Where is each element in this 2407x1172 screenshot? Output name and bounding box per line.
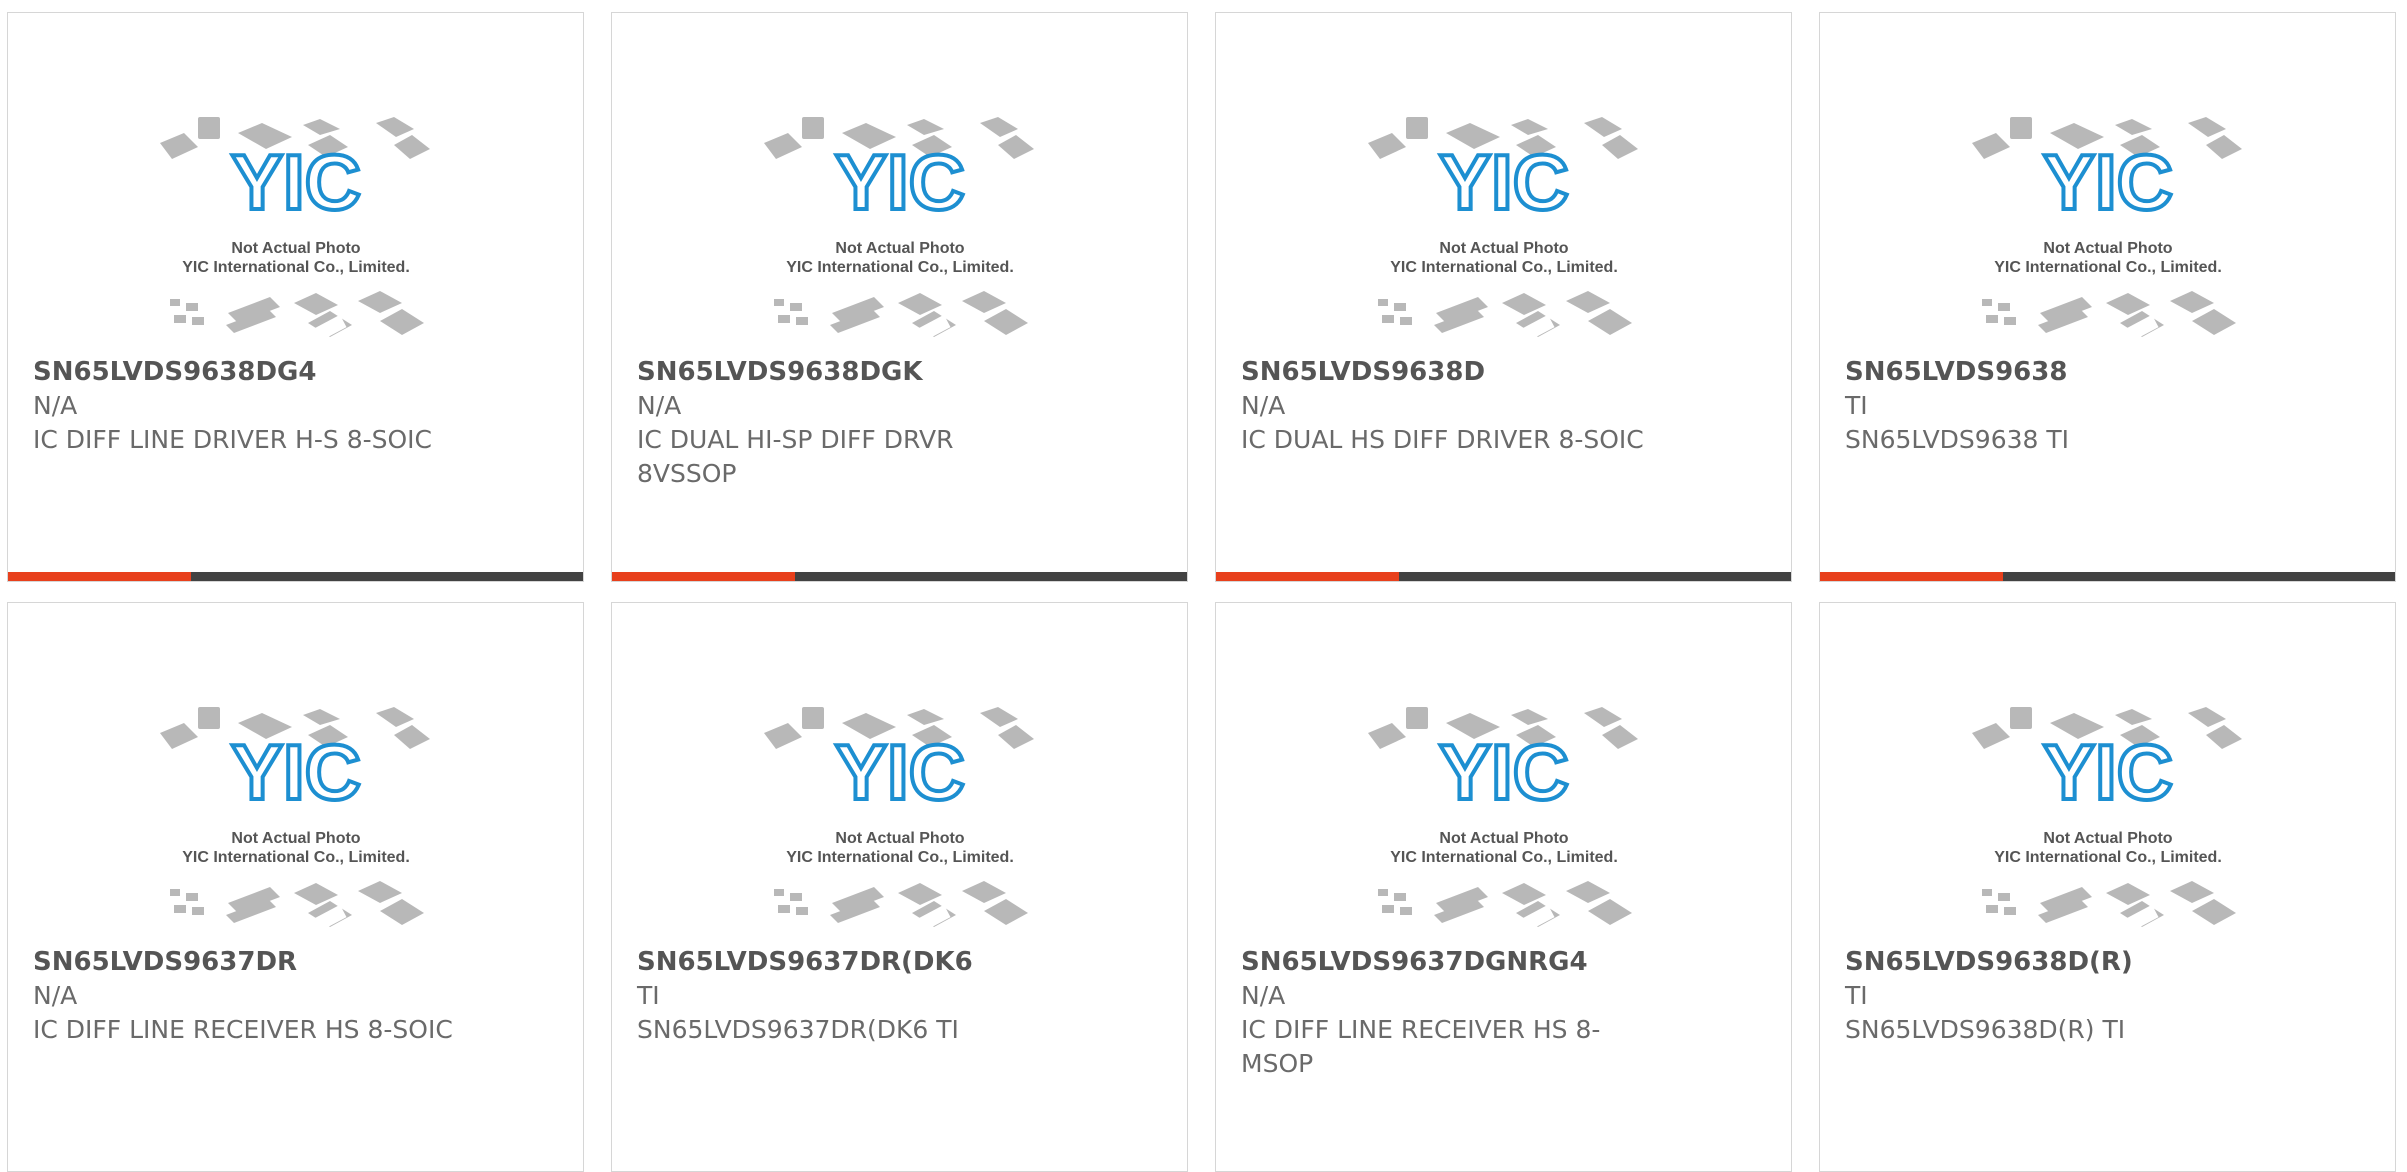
product-part-number[interactable]: SN65LVDS9638 [1845, 355, 2265, 389]
product-manufacturer: TI [1845, 391, 1868, 420]
product-manufacturer: N/A [1241, 391, 1286, 420]
product-description: SN65LVDS9638 TI [1845, 425, 2069, 454]
product-card[interactable]: YIC Not Actual Photo YIC International C… [1215, 12, 1792, 582]
placeholder-line2: YIC International Co., Limited. [786, 259, 1014, 276]
product-card[interactable]: YIC Not Actual Photo YIC International C… [611, 12, 1188, 582]
product-description: IC DUAL HS DIFF DRIVER 8-SOIC [1241, 425, 1644, 454]
product-grid: YIC Not Actual Photo YIC International C… [0, 0, 2407, 1172]
placeholder-line1: Not Actual Photo [835, 830, 964, 847]
product-description: IC DIFF LINE RECEIVER HS 8-SOIC [33, 1015, 453, 1044]
product-card[interactable]: YIC Not Actual Photo YIC International C… [1819, 602, 2396, 1172]
product-photo-placeholder: YIC Not Actual Photo YIC International C… [1970, 693, 2247, 943]
placeholder-line2: YIC International Co., Limited. [1390, 849, 1618, 866]
placeholder-line2: YIC International Co., Limited. [182, 849, 410, 866]
product-manufacturer: N/A [33, 391, 78, 420]
product-card[interactable]: YIC Not Actual Photo YIC International C… [7, 12, 584, 582]
placeholder-line2: YIC International Co., Limited. [1390, 259, 1618, 276]
placeholder-line1: Not Actual Photo [1439, 830, 1568, 847]
placeholder-line2: YIC International Co., Limited. [786, 849, 1014, 866]
product-photo-placeholder: YIC Not Actual Photo YIC International C… [1366, 693, 1643, 943]
placeholder-line1: Not Actual Photo [2043, 830, 2172, 847]
yic-logo: YIC [2043, 728, 2173, 816]
product-part-number[interactable]: SN65LVDS9637DR [33, 945, 453, 979]
product-description: IC DIFF LINE DRIVER H-S 8-SOIC [33, 425, 432, 454]
yic-logo: YIC [1439, 728, 1569, 816]
product-part-number[interactable]: SN65LVDS9638DG4 [33, 355, 453, 389]
product-manufacturer: N/A [1241, 981, 1286, 1010]
placeholder-line1: Not Actual Photo [1439, 240, 1568, 257]
product-card[interactable]: YIC Not Actual Photo YIC International C… [7, 602, 584, 1172]
card-accent-bar [1216, 572, 1791, 581]
card-accent-bar [612, 572, 1187, 581]
product-photo-placeholder: YIC Not Actual Photo YIC International C… [158, 103, 435, 353]
product-description: SN65LVDS9637DR(DK6 TI [637, 1015, 959, 1044]
placeholder-line1: Not Actual Photo [231, 240, 360, 257]
product-description: SN65LVDS9638D(R) TI [1845, 1015, 2126, 1044]
product-description: IC DUAL HI-SP DIFF DRVR 8VSSOP [637, 425, 954, 488]
product-part-number[interactable]: SN65LVDS9638DGK [637, 355, 1057, 389]
placeholder-line2: YIC International Co., Limited. [182, 259, 410, 276]
yic-logo: YIC [835, 138, 965, 226]
product-card[interactable]: YIC Not Actual Photo YIC International C… [611, 602, 1188, 1172]
yic-logo: YIC [2043, 138, 2173, 226]
product-photo-placeholder: YIC Not Actual Photo YIC International C… [762, 693, 1039, 943]
product-photo-placeholder: YIC Not Actual Photo YIC International C… [1970, 103, 2247, 353]
product-part-number[interactable]: SN65LVDS9637DR(DK6 [637, 945, 1057, 979]
product-manufacturer: N/A [637, 391, 682, 420]
product-part-number[interactable]: SN65LVDS9638D [1241, 355, 1661, 389]
placeholder-line2: YIC International Co., Limited. [1994, 259, 2222, 276]
product-photo-placeholder: YIC Not Actual Photo YIC International C… [1366, 103, 1643, 353]
card-accent-bar [8, 572, 583, 581]
product-card[interactable]: YIC Not Actual Photo YIC International C… [1819, 12, 2396, 582]
product-manufacturer: N/A [33, 981, 78, 1010]
product-part-number[interactable]: SN65LVDS9637DGNRG4 [1241, 945, 1661, 979]
yic-logo: YIC [835, 728, 965, 816]
product-part-number[interactable]: SN65LVDS9638D(R) [1845, 945, 2265, 979]
placeholder-line1: Not Actual Photo [2043, 240, 2172, 257]
yic-logo: YIC [231, 728, 361, 816]
product-description: IC DIFF LINE RECEIVER HS 8-MSOP [1241, 1015, 1601, 1078]
yic-logo: YIC [231, 138, 361, 226]
placeholder-line1: Not Actual Photo [835, 240, 964, 257]
product-photo-placeholder: YIC Not Actual Photo YIC International C… [762, 103, 1039, 353]
product-card[interactable]: YIC Not Actual Photo YIC International C… [1215, 602, 1792, 1172]
card-accent-bar [1820, 572, 2395, 581]
placeholder-line2: YIC International Co., Limited. [1994, 849, 2222, 866]
product-manufacturer: TI [637, 981, 660, 1010]
placeholder-line1: Not Actual Photo [231, 830, 360, 847]
product-photo-placeholder: YIC Not Actual Photo YIC International C… [158, 693, 435, 943]
product-manufacturer: TI [1845, 981, 1868, 1010]
yic-logo: YIC [1439, 138, 1569, 226]
